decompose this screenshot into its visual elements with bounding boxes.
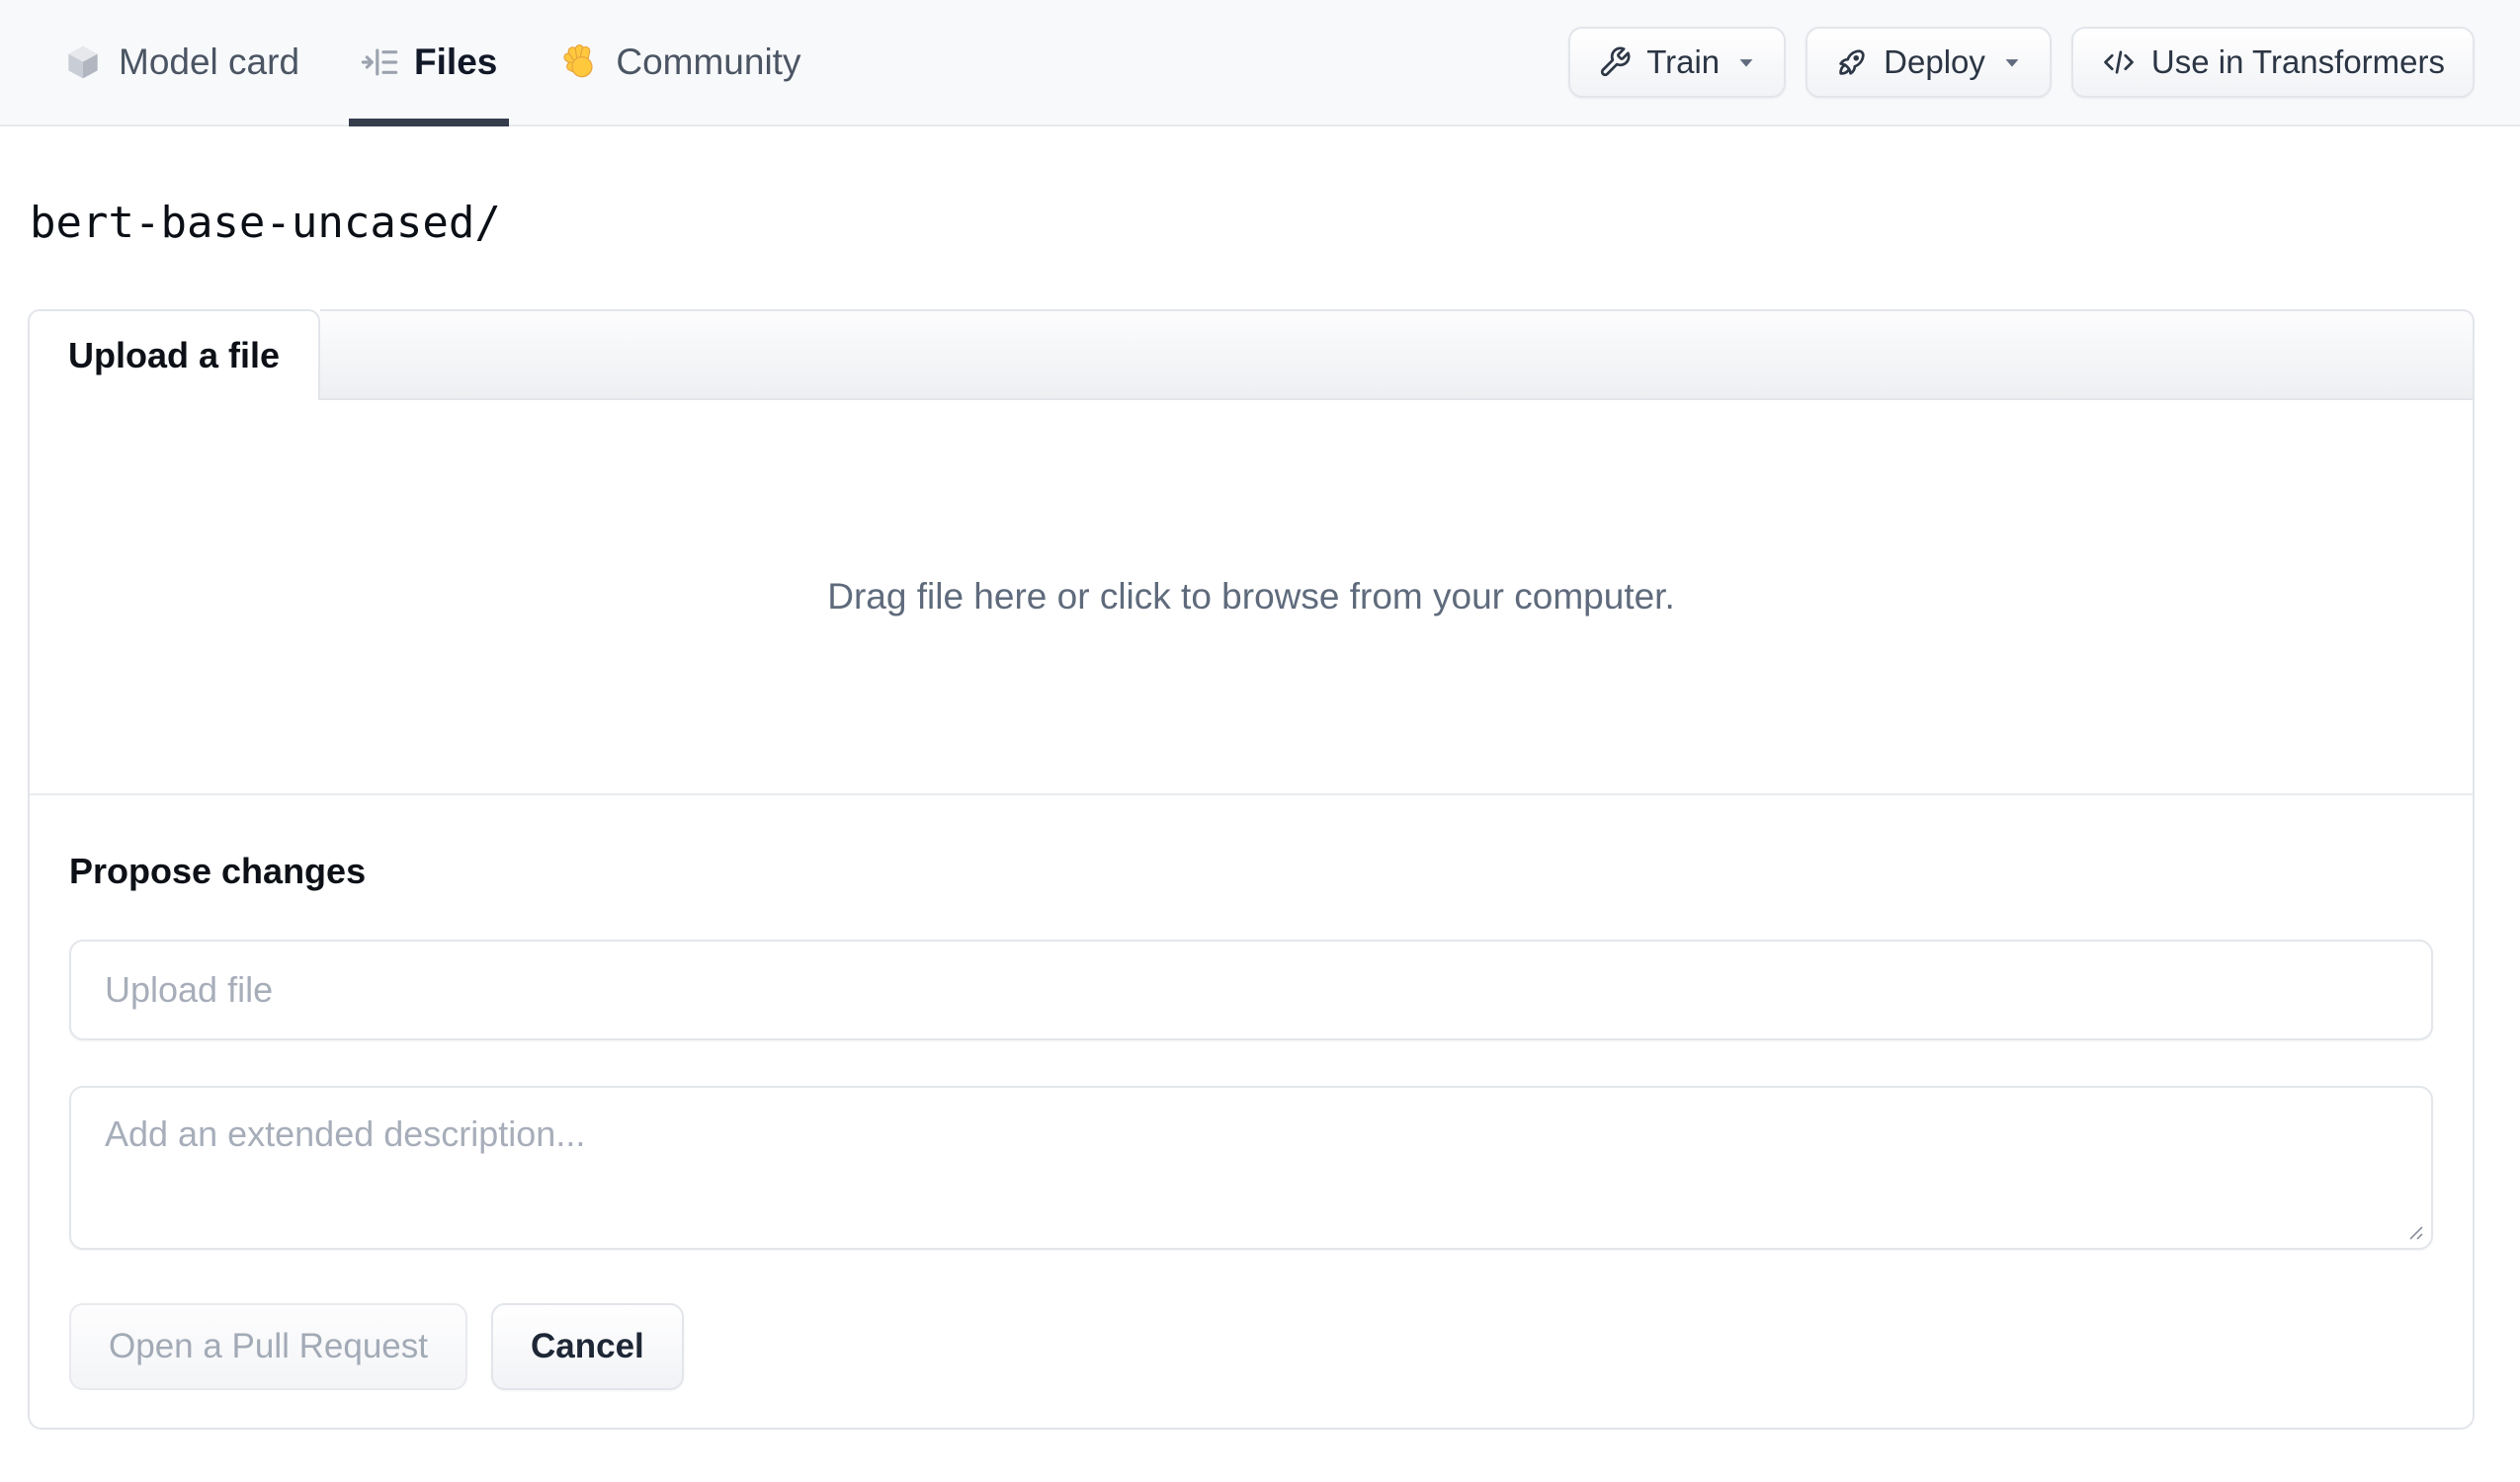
train-label: Train bbox=[1646, 43, 1721, 80]
tab-community[interactable]: Community bbox=[558, 0, 800, 124]
repo-header: Model card Files Community Train Deploy … bbox=[0, 0, 2520, 126]
page: Model card Files Community Train Deploy … bbox=[0, 0, 2520, 1482]
file-dropzone[interactable]: Drag file here or click to browse from y… bbox=[30, 400, 2473, 793]
tab-label: Model card bbox=[119, 41, 300, 82]
wrench-icon bbox=[1598, 45, 1632, 79]
dropzone-hint-text: Drag file here or click to browse from y… bbox=[827, 576, 1675, 617]
propose-actions-row: Open a Pull Request Cancel bbox=[69, 1303, 2433, 1390]
tab-model-card[interactable]: Model card bbox=[63, 0, 299, 124]
waving-hand-icon bbox=[558, 41, 600, 83]
repo-tabs: Model card Files Community bbox=[63, 0, 862, 126]
cancel-button[interactable]: Cancel bbox=[490, 1303, 684, 1390]
resize-handle-icon[interactable] bbox=[2401, 1218, 2425, 1242]
use-in-transformers-button[interactable]: Use in Transformers bbox=[2070, 27, 2475, 98]
rocket-icon bbox=[1835, 45, 1869, 79]
upload-tabstrip: Upload a file bbox=[28, 309, 2475, 400]
propose-changes-heading: Propose changes bbox=[69, 851, 367, 891]
upload-panel-body: Drag file here or click to browse from y… bbox=[28, 400, 2475, 1430]
chevron-down-icon bbox=[2002, 52, 2022, 72]
open-pull-request-button[interactable]: Open a Pull Request bbox=[69, 1303, 467, 1390]
tabstrip-filler bbox=[320, 309, 2475, 400]
tab-label: Files bbox=[414, 41, 498, 82]
repo-action-buttons: Train Deploy Use in Transformers bbox=[1568, 0, 2475, 124]
chevron-down-icon bbox=[1736, 52, 1756, 72]
upload-filename-input[interactable] bbox=[69, 940, 2433, 1040]
files-versions-icon bbox=[361, 43, 398, 81]
code-icon bbox=[2101, 44, 2137, 80]
use-in-transformers-label: Use in Transformers bbox=[2150, 43, 2445, 80]
tab-files[interactable]: Files bbox=[349, 0, 510, 126]
deploy-button[interactable]: Deploy bbox=[1806, 27, 2052, 98]
cube-icon bbox=[63, 42, 103, 82]
tab-label: Community bbox=[616, 41, 801, 82]
tab-upload-a-file[interactable]: Upload a file bbox=[28, 309, 320, 400]
current-directory-path: bert-base-uncased/ bbox=[30, 198, 501, 248]
extended-description-textarea[interactable] bbox=[69, 1086, 2433, 1250]
deploy-label: Deploy bbox=[1884, 43, 1985, 80]
train-button[interactable]: Train bbox=[1568, 27, 1787, 98]
upload-panel: Upload a file Drag file here or click to… bbox=[28, 309, 2475, 1430]
propose-changes-section: Propose changes Open a Pull Request Canc… bbox=[30, 793, 2473, 1428]
description-field-wrapper bbox=[69, 1086, 2433, 1250]
